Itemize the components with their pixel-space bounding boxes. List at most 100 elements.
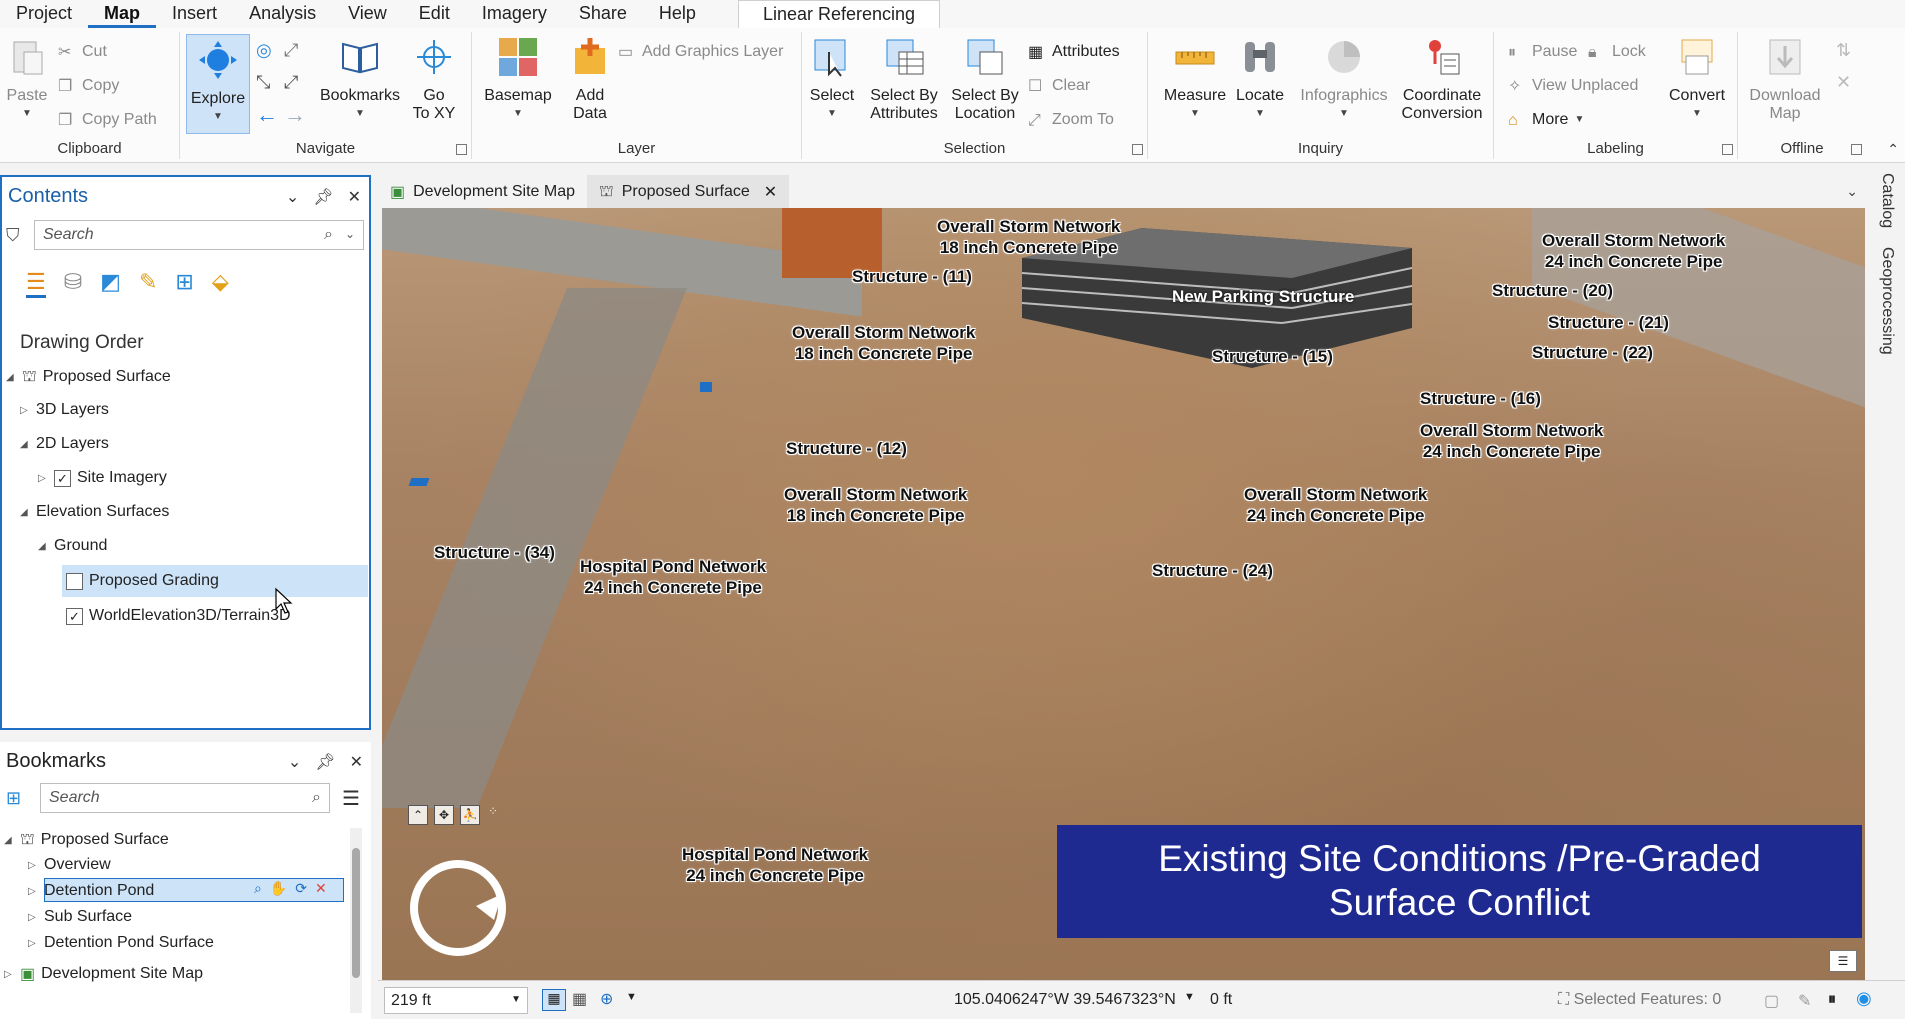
paste-button[interactable]: Paste ▼ xyxy=(4,36,50,123)
menu-icon[interactable]: ☰ xyxy=(342,786,360,811)
expander-icon[interactable]: ▷ xyxy=(20,405,30,416)
new-bookmark-icon[interactable]: ⊞ xyxy=(6,788,21,809)
locate-button[interactable]: Locate ▼ xyxy=(1230,36,1290,123)
expander-icon[interactable]: ▷ xyxy=(38,473,48,484)
measure-button[interactable]: Measure ▼ xyxy=(1160,36,1230,123)
pin-icon[interactable]: 📌︎ xyxy=(313,187,333,207)
doctab-development-site-map[interactable]: ▣ Development Site Map xyxy=(378,175,587,208)
snapping-view-icon[interactable]: ⊞ xyxy=(175,269,193,298)
clear-button[interactable]: ☐ Clear xyxy=(1028,76,1090,96)
expander-icon[interactable]: ▷ xyxy=(28,912,38,923)
dock-tab-catalog[interactable]: Catalog xyxy=(1878,173,1896,228)
bookmark-detention-pond[interactable]: ▷ Detention Pond xyxy=(28,882,154,900)
contents-search-input[interactable]: Search ⌕ ⌄ xyxy=(34,220,364,250)
basemap-button[interactable]: Basemap ▼ xyxy=(480,36,556,123)
sync-icon[interactable]: ⇅ xyxy=(1836,40,1851,61)
pin-icon[interactable]: 📌︎ xyxy=(315,752,335,772)
snapping-icon[interactable]: ⊕ xyxy=(600,989,613,1009)
select-by-location-button[interactable]: Select By Location xyxy=(948,36,1022,123)
chevron-down-icon[interactable]: ⌄ xyxy=(1846,183,1858,200)
fixed-zoom-in-icon[interactable]: ⤡ xyxy=(256,72,270,93)
view-unplaced-button[interactable]: ✧ View Unplaced xyxy=(1508,76,1638,96)
chevron-down-icon[interactable]: ⌄ xyxy=(345,227,355,241)
refresh-icon[interactable]: ▢ xyxy=(1764,991,1779,1011)
table-layout-icon[interactable]: ▦ xyxy=(572,989,587,1009)
delete-icon[interactable]: ✕ xyxy=(315,880,327,897)
expander-icon[interactable]: ◢ xyxy=(38,541,48,552)
bookmark-sub-surface[interactable]: ▷ Sub Surface xyxy=(28,908,132,926)
selection-view-icon[interactable]: ◩ xyxy=(100,269,121,298)
attributes-button[interactable]: ▦ Attributes xyxy=(1028,42,1120,62)
scale-select[interactable]: 219 ft ▼ xyxy=(384,987,528,1014)
select-button[interactable]: Select ▼ xyxy=(804,36,860,123)
tree-item-proposed-surface[interactable]: ◢ ⛫ Proposed Surface xyxy=(6,367,171,387)
update-icon[interactable]: ⟳ xyxy=(295,880,307,897)
structure-marker[interactable] xyxy=(408,478,430,486)
pan-icon[interactable]: ✋ xyxy=(270,880,287,897)
copy-button[interactable]: ❐ Copy xyxy=(58,76,119,96)
navigator-icon[interactable] xyxy=(406,856,510,960)
expander-icon[interactable]: ▷ xyxy=(4,969,14,980)
full-extent-icon[interactable]: ✥ xyxy=(434,805,454,825)
next-extent-icon[interactable]: → xyxy=(284,102,306,128)
previous-extent-icon[interactable]: ← xyxy=(256,102,278,128)
pause-drawing-icon[interactable]: ⏸ xyxy=(1828,991,1836,1009)
bookmarks-search-input[interactable]: Search ⌕ xyxy=(40,783,330,813)
close-icon[interactable]: ✕ xyxy=(348,187,361,207)
structure-marker[interactable] xyxy=(700,382,712,392)
close-icon[interactable]: ✕ xyxy=(350,752,363,772)
tab-insert[interactable]: Insert xyxy=(156,0,233,28)
more-labeling-button[interactable]: ⌂ More ▼ xyxy=(1508,110,1584,130)
go-to-xy-button[interactable]: Go To XY xyxy=(406,36,462,123)
tree-item-proposed-grading[interactable]: Proposed Grading xyxy=(66,572,219,590)
chevron-down-icon[interactable]: ⌄ xyxy=(286,187,299,207)
labeling-view-icon[interactable]: ⬙ xyxy=(212,269,229,298)
search-icon[interactable]: ⌕ xyxy=(324,226,333,244)
download-map-button[interactable]: Download Map xyxy=(1742,36,1828,123)
tab-linear-referencing[interactable]: Linear Referencing xyxy=(737,0,941,28)
filter-icon[interactable]: ⛉ xyxy=(6,225,20,246)
world-elevation-checkbox[interactable]: ✓ xyxy=(66,607,83,625)
bookmark-group-development-site-map[interactable]: ▷ ▣ Development Site Map xyxy=(4,964,203,984)
lock-labeling-button[interactable]: 🔒︎ Lock xyxy=(1588,42,1646,62)
tab-edit[interactable]: Edit xyxy=(403,0,466,28)
expander-icon[interactable]: ◢ xyxy=(6,372,16,383)
nav-more-icon[interactable]: ⁘ xyxy=(488,804,498,818)
editing-view-icon[interactable]: ✎ xyxy=(139,269,157,298)
coordinate-conversion-button[interactable]: Coordinate Conversion xyxy=(1392,36,1492,123)
tilt-up-icon[interactable]: ⌃ xyxy=(408,805,428,825)
edit-icon[interactable]: ✎ xyxy=(1798,991,1811,1011)
dock-tab-geoprocessing[interactable]: Geoprocessing xyxy=(1878,247,1896,355)
bookmarks-button[interactable]: Bookmarks ▼ xyxy=(318,36,402,123)
pause-labeling-button[interactable]: ⏸ Pause xyxy=(1508,42,1577,62)
grid-layout-icon[interactable]: ▦ xyxy=(542,989,566,1011)
tab-analysis[interactable]: Analysis xyxy=(233,0,332,28)
tab-view[interactable]: View xyxy=(332,0,403,28)
collapse-ribbon-icon[interactable]: ⌃ xyxy=(1887,141,1899,158)
selection-launcher-icon[interactable] xyxy=(1132,144,1143,155)
zoom-to-button[interactable]: ⤢ Zoom To xyxy=(1028,110,1114,130)
expander-icon[interactable]: ◢ xyxy=(4,835,14,846)
data-source-icon[interactable]: ⛁ xyxy=(64,269,82,298)
zoom-to-selection-icon[interactable]: ⤢ xyxy=(284,40,298,61)
explore-button[interactable]: Explore ▼ xyxy=(186,34,250,134)
tree-item-world-elevation[interactable]: ✓ WorldElevation3D/Terrain3D xyxy=(66,607,291,625)
drawing-order-icon[interactable]: ☰ xyxy=(26,269,46,298)
tab-imagery[interactable]: Imagery xyxy=(466,0,563,28)
fixed-zoom-out-icon[interactable]: ⤢ xyxy=(284,72,298,93)
bookmark-detention-pond-surface[interactable]: ▷ Detention Pond Surface xyxy=(28,934,214,952)
offline-launcher-icon[interactable] xyxy=(1851,144,1862,155)
site-imagery-checkbox[interactable]: ✓ xyxy=(54,469,71,487)
infographics-button[interactable]: Infographics ▼ xyxy=(1294,36,1394,123)
add-data-button[interactable]: Add Data xyxy=(560,36,620,123)
tab-share[interactable]: Share xyxy=(563,0,643,28)
expander-icon[interactable]: ◢ xyxy=(20,507,30,518)
person-view-icon[interactable]: ⛹ xyxy=(460,805,480,825)
tree-item-ground[interactable]: ◢ Ground xyxy=(38,537,107,555)
search-icon[interactable]: ⌕ xyxy=(312,789,321,807)
tree-item-site-imagery[interactable]: ▷ ✓ Site Imagery xyxy=(38,469,167,487)
cut-button[interactable]: ✂ Cut xyxy=(58,42,107,62)
full-extent-icon[interactable]: ◎ xyxy=(256,40,272,61)
proposed-grading-checkbox[interactable] xyxy=(66,572,83,590)
expander-icon[interactable]: ◢ xyxy=(20,439,30,450)
